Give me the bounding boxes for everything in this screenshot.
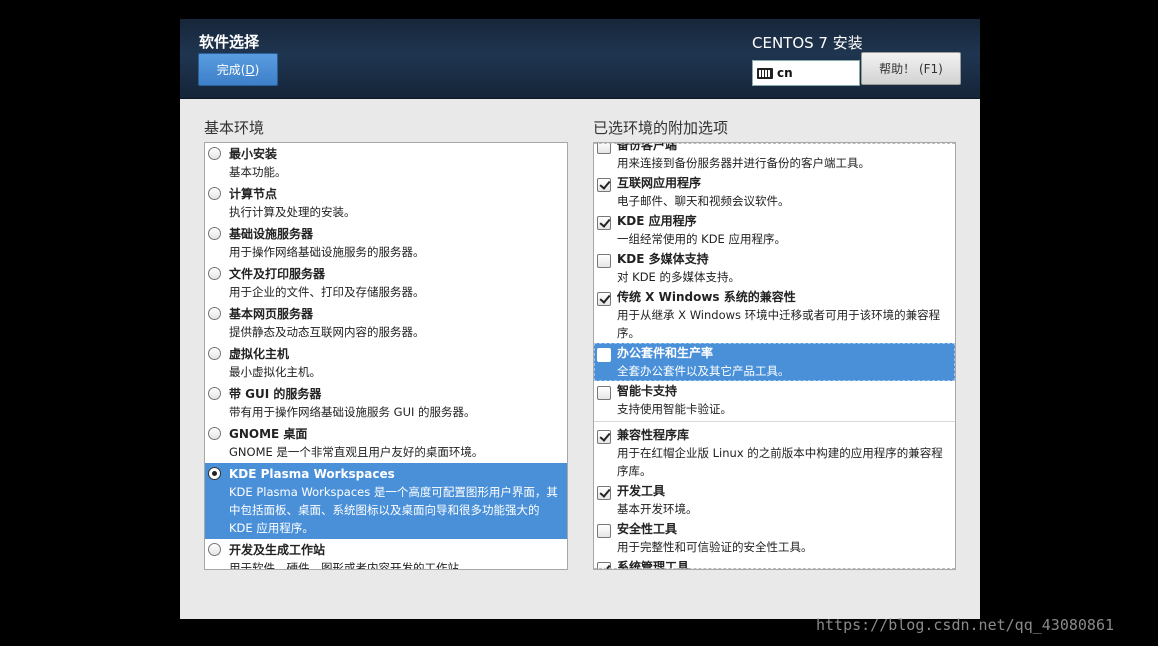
environment-option[interactable]: 基本网页服务器提供静态及动态互联网内容的服务器。 — [205, 303, 567, 343]
radio-button[interactable] — [208, 543, 221, 556]
radio-button[interactable] — [208, 267, 221, 280]
checkbox[interactable] — [597, 178, 611, 192]
checkbox[interactable] — [597, 486, 611, 500]
keyboard-layout-indicator[interactable]: cn — [752, 60, 860, 86]
addon-name: 互联网应用程序 — [617, 176, 702, 190]
radio-button[interactable] — [208, 307, 221, 320]
addon-name: 办公套件和生产率 — [617, 346, 714, 360]
radio-button[interactable] — [208, 387, 221, 400]
environment-description: 带有用于操作网络基础设施服务 GUI 的服务器。 — [229, 405, 476, 419]
addon-name: 开发工具 — [617, 484, 666, 498]
addon-option[interactable]: 安全性工具用于完整性和可信验证的安全性工具。 — [594, 519, 955, 557]
addon-name: 智能卡支持 — [617, 384, 678, 398]
radio-button[interactable] — [208, 187, 221, 200]
addon-option[interactable]: 办公套件和生产率全套办公套件以及其它产品工具。 — [594, 343, 955, 381]
addon-option[interactable]: 开发工具基本开发环境。 — [594, 481, 955, 519]
addon-description: 基本开发环境。 — [617, 502, 698, 516]
addon-description: 用于完整性和可信验证的安全性工具。 — [617, 540, 813, 554]
addon-option[interactable]: 备份客户端 用来连接到备份服务器并进行备份的客户端工具。 — [594, 143, 955, 173]
radio-button[interactable] — [208, 227, 221, 240]
done-accelerator-key: D — [245, 62, 255, 77]
help-button[interactable]: 帮助！ (F1) — [861, 52, 961, 85]
environment-option[interactable]: 基础设施服务器用于操作网络基础设施服务的服务器。 — [205, 223, 567, 263]
environment-option[interactable]: KDE Plasma Workspaces KDE Plasma Workspac… — [205, 463, 567, 539]
environment-option[interactable]: 带 GUI 的服务器带有用于操作网络基础设施服务 GUI 的服务器。 — [205, 383, 567, 423]
checkbox[interactable] — [597, 292, 611, 306]
addon-description: 支持使用智能卡验证。 — [617, 402, 732, 416]
addon-option[interactable]: 互联网应用程序电子邮件、聊天和视频会议软件。 — [594, 173, 955, 211]
environment-list: 最小安装基本功能。计算节点执行计算及处理的安装。 基础设施服务器用于操作网络基础设… — [204, 142, 568, 570]
environment-name: 虚拟化主机 — [229, 347, 290, 361]
environment-description: 执行计算及处理的安装。 — [229, 205, 356, 219]
keyboard-icon — [757, 67, 773, 79]
addon-description: 用来连接到备份服务器并进行备份的客户端工具。 — [617, 156, 870, 170]
watermark-text: https://blog.csdn.net/qq_43080861 — [816, 616, 1115, 634]
addon-description: 电子邮件、聊天和视频会议软件。 — [617, 194, 790, 208]
environment-description: GNOME 是一个非常直观且用户友好的桌面环境。 — [229, 445, 484, 459]
addon-name: KDE 应用程序 — [617, 214, 697, 228]
radio-button[interactable] — [208, 347, 221, 360]
radio-button[interactable] — [208, 427, 221, 440]
addon-name: 兼容性程序库 — [617, 428, 690, 442]
addon-option[interactable]: 兼容性程序库用于在红帽企业版 Linux 的之前版本中构建的应用程序的兼容程序库… — [594, 425, 955, 481]
scroll-top-edge — [594, 143, 955, 144]
checkbox[interactable] — [597, 348, 611, 362]
environment-description: 用于操作网络基础设施服务的服务器。 — [229, 245, 425, 259]
done-label-suffix: ) — [254, 62, 260, 77]
done-button[interactable]: 完成(D) — [198, 53, 278, 86]
addon-option[interactable]: KDE 多媒体支持对 KDE 的多媒体支持。 — [594, 249, 955, 287]
environment-name: 最小安装 — [229, 147, 278, 161]
environment-description: KDE Plasma Workspaces 是一个高度可配置图形用户界面，其中包… — [229, 485, 558, 535]
checkbox[interactable] — [597, 524, 611, 538]
page-title: 软件选择 — [199, 33, 260, 51]
environment-name: 基础设施服务器 — [229, 227, 314, 241]
base-environment-label: 基本环境 — [204, 119, 265, 137]
checkbox[interactable] — [597, 216, 611, 230]
environment-option[interactable]: 开发及生成工作站用于软件、硬件、图形或者内容开发的工作站。 — [205, 539, 567, 570]
done-label-prefix: 完成( — [216, 63, 246, 77]
environment-name: 计算节点 — [229, 187, 278, 201]
environment-description: 用于企业的文件、打印及存储服务器。 — [229, 285, 425, 299]
environment-description: 最小虚拟化主机。 — [229, 365, 321, 379]
installer-window: 软件选择 完成(D) CENTOS 7 安装 cn 帮助！ (F1) 基本环境 … — [180, 19, 980, 619]
header-bar: 软件选择 完成(D) CENTOS 7 安装 cn 帮助！ (F1) — [180, 19, 980, 99]
addon-option[interactable]: 传统 X Windows 系统的兼容性用于从继承 X Windows 环境中迁移… — [594, 287, 955, 343]
environment-name: 带 GUI 的服务器 — [229, 387, 322, 401]
environment-option[interactable]: 最小安装 基本功能。 — [205, 143, 567, 183]
environment-description: 提供静态及动态互联网内容的服务器。 — [229, 325, 425, 339]
environment-name: 基本网页服务器 — [229, 307, 314, 321]
addons-label: 已选环境的附加选项 — [593, 119, 729, 137]
environment-option[interactable]: 文件及打印服务器用于企业的文件、打印及存储服务器。 — [205, 263, 567, 303]
list-separator — [594, 421, 955, 422]
radio-button[interactable] — [208, 147, 221, 160]
addon-name: KDE 多媒体支持 — [617, 252, 709, 266]
radio-button[interactable] — [208, 467, 221, 480]
addon-description: 全套办公套件以及其它产品工具。 — [617, 364, 790, 378]
environment-name: 文件及打印服务器 — [229, 267, 326, 281]
addon-option[interactable]: KDE 应用程序一组经常使用的 KDE 应用程序。 — [594, 211, 955, 249]
addon-name: 传统 X Windows 系统的兼容性 — [617, 290, 796, 304]
addon-list: 备份客户端 用来连接到备份服务器并进行备份的客户端工具。互联网应用程序电子邮件、聊… — [593, 142, 956, 570]
addon-name: 安全性工具 — [617, 522, 678, 536]
addon-description: 用于从继承 X Windows 环境中迁移或者可用于该环境的兼容程序。 — [617, 308, 941, 340]
environment-option[interactable]: 计算节点执行计算及处理的安装。 — [205, 183, 567, 223]
addon-option[interactable]: 智能卡支持支持使用智能卡验证。 — [594, 381, 955, 419]
environment-option[interactable]: 虚拟化主机最小虚拟化主机。 — [205, 343, 567, 383]
environment-option[interactable]: GNOME 桌面 GNOME 是一个非常直观且用户友好的桌面环境。 — [205, 423, 567, 463]
scroll-bottom-edge — [594, 568, 955, 569]
product-title: CENTOS 7 安装 — [752, 34, 863, 52]
keyboard-layout-text: cn — [777, 66, 793, 80]
checkbox[interactable] — [597, 254, 611, 268]
environment-description: 用于软件、硬件、图形或者内容开发的工作站。 — [229, 561, 471, 570]
environment-description: 基本功能。 — [229, 165, 287, 179]
addon-description: 用于在红帽企业版 Linux 的之前版本中构建的应用程序的兼容程序库。 — [617, 446, 943, 478]
addon-description: 对 KDE 的多媒体支持。 — [617, 270, 740, 284]
addon-description: 一组经常使用的 KDE 应用程序。 — [617, 232, 786, 246]
environment-name: GNOME 桌面 — [229, 427, 308, 441]
checkbox[interactable] — [597, 430, 611, 444]
environment-name: 开发及生成工作站 — [229, 543, 326, 557]
environment-name: KDE Plasma Workspaces — [229, 467, 395, 481]
checkbox[interactable] — [597, 386, 611, 400]
